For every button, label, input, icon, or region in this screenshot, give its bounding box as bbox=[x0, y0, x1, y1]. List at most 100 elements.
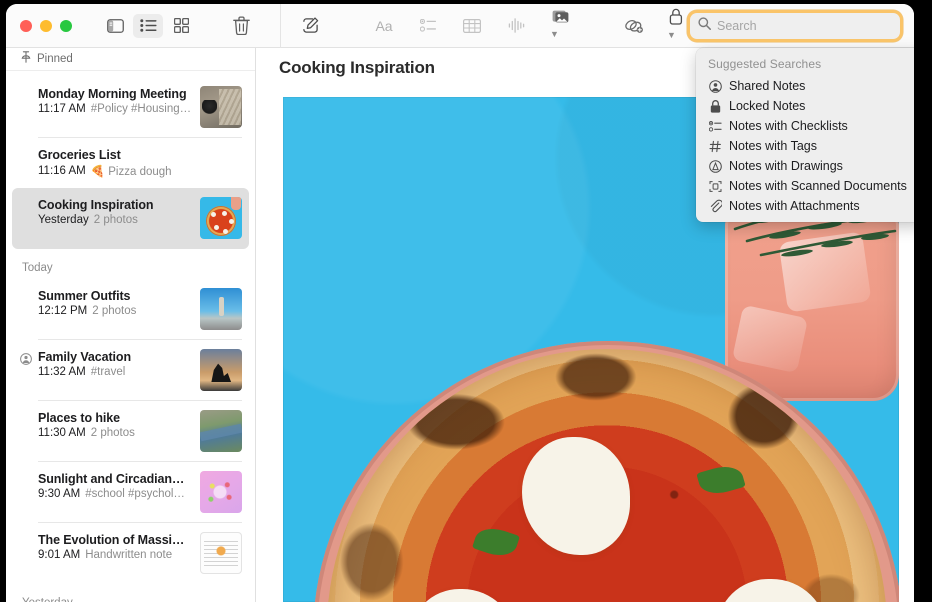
search-container bbox=[690, 13, 900, 39]
suggestion-label: Shared Notes bbox=[729, 79, 805, 93]
editing-tools: Aa bbox=[281, 14, 735, 38]
pinned-label: Pinned bbox=[37, 53, 73, 65]
note-time: 11:17 AM bbox=[38, 103, 86, 115]
suggestion-label: Notes with Tags bbox=[729, 139, 817, 153]
note-thumbnail bbox=[200, 471, 242, 513]
gallery-view-button[interactable] bbox=[166, 14, 196, 38]
checklist-icon bbox=[420, 19, 437, 32]
audio-button[interactable] bbox=[499, 14, 533, 38]
search-icon bbox=[698, 17, 711, 35]
traffic-lights bbox=[20, 20, 72, 32]
note-group-header-yesterday: Yesterday bbox=[6, 584, 255, 602]
suggestion-notes-with-scanned-documents[interactable]: Notes with Scanned Documents bbox=[696, 176, 914, 196]
hash-icon bbox=[707, 139, 724, 153]
suggested-searches-header: Suggested Searches bbox=[696, 53, 914, 76]
note-snippet: 2 photos bbox=[91, 427, 135, 439]
note-title: Family Vacation bbox=[38, 350, 193, 364]
collaborate-button[interactable] bbox=[617, 14, 651, 38]
note-group-pinned: Monday Morning Meeting 11:17 AM #Policy … bbox=[6, 71, 255, 249]
sidebar-toggle-button[interactable] bbox=[100, 14, 130, 38]
note-thumbnail bbox=[200, 197, 242, 239]
note-snippet: #school #psychol… bbox=[85, 488, 185, 500]
note-title: Summer Outfits bbox=[38, 289, 193, 303]
note-title: Places to hike bbox=[38, 411, 193, 425]
scan-icon bbox=[707, 179, 724, 193]
note-time: 11:30 AM bbox=[38, 427, 86, 439]
checklist-icon bbox=[707, 119, 724, 133]
suggested-searches-popover: Suggested Searches Shared Notes Locked N… bbox=[696, 48, 914, 222]
notes-window: Aa bbox=[6, 4, 914, 602]
format-button[interactable]: Aa bbox=[367, 14, 401, 38]
audio-waveform-icon bbox=[508, 18, 525, 33]
suggestion-shared-notes[interactable]: Shared Notes bbox=[696, 76, 914, 96]
note-time: Yesterday bbox=[38, 214, 89, 226]
table-button[interactable] bbox=[455, 14, 489, 38]
note-snippet: 2 photos bbox=[94, 214, 138, 226]
paperclip-icon bbox=[707, 199, 724, 213]
suggestion-label: Notes with Scanned Documents bbox=[729, 179, 907, 193]
note-title: Sunlight and Circadian… bbox=[38, 472, 193, 486]
search-field[interactable] bbox=[690, 13, 900, 39]
note-row-summer-outfits[interactable]: Summer Outfits 12:12 PM 2 photos bbox=[12, 279, 249, 340]
search-input[interactable] bbox=[717, 19, 887, 33]
compose-note-button[interactable] bbox=[293, 14, 327, 38]
note-time: 11:16 AM bbox=[38, 165, 86, 177]
note-row-groceries-list[interactable]: Groceries List 11:16 AM 🍕 Pizza dough bbox=[12, 138, 249, 188]
suggestion-notes-with-checklists[interactable]: Notes with Checklists bbox=[696, 116, 914, 136]
note-thumbnail bbox=[200, 349, 242, 391]
note-row-family-vacation[interactable]: Family Vacation 11:32 AM #travel bbox=[12, 340, 249, 401]
note-time: 9:30 AM bbox=[38, 488, 80, 500]
note-group-header-today: Today bbox=[6, 249, 255, 279]
suggestion-label: Notes with Drawings bbox=[729, 159, 843, 173]
list-icon bbox=[140, 19, 157, 32]
note-row-sunlight-and-circadian[interactable]: Sunlight and Circadian… 9:30 AM #school … bbox=[12, 462, 249, 523]
lock-icon: ▼ bbox=[669, 8, 683, 43]
note-title: Monday Morning Meeting bbox=[38, 87, 193, 101]
delete-note-button[interactable] bbox=[226, 14, 256, 38]
checklist-button[interactable] bbox=[411, 14, 445, 38]
chevron-down-icon: ▼ bbox=[667, 30, 676, 40]
note-title: Cooking Inspiration bbox=[38, 198, 193, 212]
media-button[interactable]: ▼ bbox=[543, 14, 583, 38]
note-row-monday-morning-meeting[interactable]: Monday Morning Meeting 11:17 AM #Policy … bbox=[12, 77, 249, 138]
note-title: The Evolution of Massi… bbox=[38, 533, 193, 547]
shared-note-icon bbox=[20, 352, 32, 370]
note-time: 12:12 PM bbox=[38, 305, 87, 317]
note-time: 11:32 AM bbox=[38, 366, 86, 378]
suggestion-notes-with-drawings[interactable]: Notes with Drawings bbox=[696, 156, 914, 176]
grid-icon bbox=[174, 18, 189, 33]
zoom-button[interactable] bbox=[60, 20, 72, 32]
suggestion-label: Locked Notes bbox=[729, 99, 805, 113]
drawing-circle-icon bbox=[707, 159, 724, 173]
note-snippet: #Policy #Housing… bbox=[91, 103, 191, 115]
chevron-down-icon: ▼ bbox=[550, 29, 559, 39]
note-snippet: 🍕 Pizza dough bbox=[91, 164, 172, 178]
pinned-section-header: Pinned bbox=[6, 48, 255, 71]
suggestion-label: Notes with Checklists bbox=[729, 119, 848, 133]
toolbar: Aa bbox=[6, 4, 914, 48]
note-snippet: Handwritten note bbox=[85, 549, 172, 561]
compose-icon bbox=[302, 17, 319, 34]
list-view-button[interactable] bbox=[133, 14, 163, 38]
note-snippet: 2 photos bbox=[92, 305, 136, 317]
notes-list-sidebar[interactable]: Pinned Monday Morning Meeting 11:17 AM #… bbox=[6, 48, 256, 602]
note-row-the-evolution-of-massi[interactable]: The Evolution of Massi… 9:01 AM Handwrit… bbox=[12, 523, 249, 584]
suggestion-locked-notes[interactable]: Locked Notes bbox=[696, 96, 914, 116]
close-button[interactable] bbox=[20, 20, 32, 32]
suggestion-notes-with-attachments[interactable]: Notes with Attachments bbox=[696, 196, 914, 216]
note-row-places-to-hike[interactable]: Places to hike 11:30 AM 2 photos bbox=[12, 401, 249, 462]
table-icon bbox=[463, 19, 481, 33]
note-thumbnail bbox=[200, 288, 242, 330]
suggestion-notes-with-tags[interactable]: Notes with Tags bbox=[696, 136, 914, 156]
note-thumbnail bbox=[200, 410, 242, 452]
note-title: Groceries List bbox=[38, 148, 242, 162]
format-tools: Aa bbox=[349, 14, 583, 38]
minimize-button[interactable] bbox=[40, 20, 52, 32]
sidebar-icon bbox=[107, 19, 124, 33]
note-row-cooking-inspiration[interactable]: Cooking Inspiration Yesterday 2 photos bbox=[12, 188, 249, 249]
trash-icon bbox=[233, 16, 250, 35]
view-controls bbox=[100, 14, 196, 38]
note-thumbnail bbox=[200, 532, 242, 574]
note-thumbnail bbox=[200, 86, 242, 128]
note-snippet: #travel bbox=[91, 366, 126, 378]
